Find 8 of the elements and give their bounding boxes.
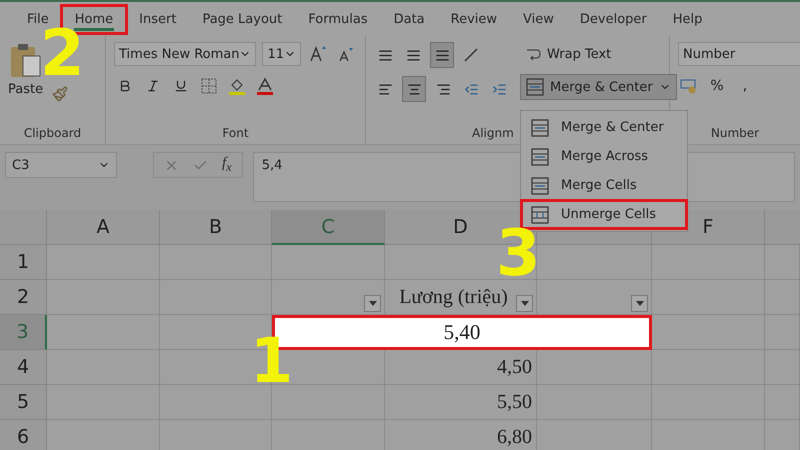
group-label: Number bbox=[710, 126, 760, 142]
table-cell: 5,50 bbox=[385, 385, 537, 420]
table-cell: 4,50 bbox=[385, 350, 537, 385]
column-title: Lương (triệu) bbox=[399, 286, 508, 308]
group-label: Font bbox=[221, 126, 250, 142]
step-number: 2 bbox=[40, 22, 85, 86]
group-label: Alignm bbox=[472, 126, 514, 140]
group-label: Clipboard bbox=[22, 126, 82, 142]
